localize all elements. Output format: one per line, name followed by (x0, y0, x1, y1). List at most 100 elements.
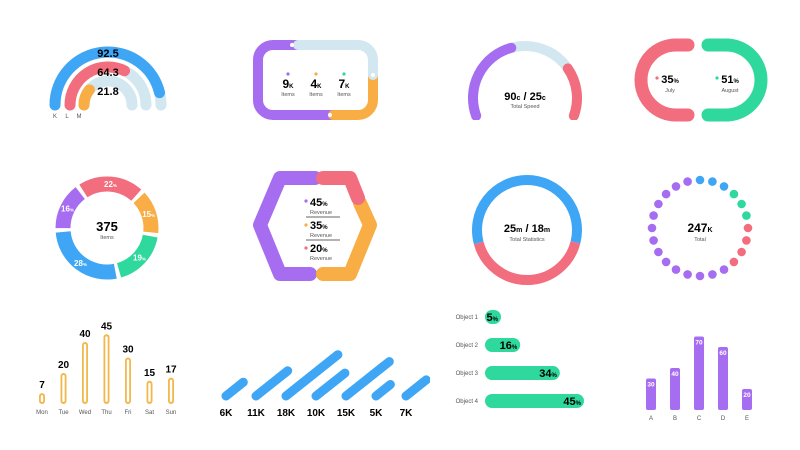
week-bar-value: 7 (39, 380, 45, 391)
v-bar-value: 40 (671, 371, 679, 378)
legend-dot-august (715, 76, 719, 80)
stat-3-label: Items (337, 92, 351, 98)
diagonal-bar (311, 368, 350, 401)
dot-ring-dot (729, 189, 739, 199)
week-day-label: Sun (166, 410, 177, 416)
radial-bar-chart: K L M 92.5 64.3 21.8 (49, 46, 167, 120)
week-day-label: Fri (125, 410, 132, 416)
vertical-bar-chart: 30A40B70C60D20EF (646, 336, 752, 422)
diagonal-bar-label: 11K (247, 408, 266, 419)
week-bar-value: 17 (165, 365, 177, 376)
dot-ring-dot (671, 265, 681, 274)
hex-value-3: 20% (310, 243, 328, 255)
v-bar-category: C (697, 416, 702, 422)
hexagon-chart: 45% Revenue 35% Revenue 20% Revenue (253, 171, 377, 281)
dot-ring-dot (654, 247, 663, 257)
diagonal-bar (221, 377, 248, 401)
v-bar-value: 60 (719, 350, 727, 357)
week-bar-inner (83, 344, 87, 402)
week-bar-value: 40 (79, 329, 91, 340)
h-bar-category: Object 3 (456, 371, 479, 377)
frame-dot (290, 43, 294, 47)
speed-gauge: 90c / 25c Total Speed (468, 41, 582, 120)
week-bar-inner (105, 336, 108, 402)
dot-ring-dot (649, 211, 658, 220)
ring-secondary-arc (473, 240, 581, 285)
week-day-label: Mon (36, 410, 48, 416)
v-bar-value: 20 (743, 392, 751, 399)
dot-ring-chart: 247K Total (647, 175, 753, 281)
stat-1-value: 9K (282, 77, 294, 91)
radial-value-m: 21.8 (97, 86, 118, 98)
ring-label: Total Statistics (509, 237, 544, 243)
hex-label-1: Revenue (310, 210, 332, 216)
stat-2-label: Items (309, 92, 323, 98)
week-day-label: Wed (79, 410, 91, 416)
hex-dot-2 (304, 223, 308, 227)
radial-label-l: L (65, 114, 69, 120)
horizontal-bar-chart: 5%Object 116%Object 234%Object 345%Objec… (456, 310, 584, 408)
week-bar-inner (169, 379, 173, 402)
gauge-value-arc (468, 42, 517, 120)
hex-dot-1 (304, 199, 308, 203)
hex-red-segment (316, 171, 365, 205)
stat-dot (314, 72, 318, 76)
august-label: August (721, 88, 739, 94)
dot-ring-dot (695, 175, 705, 185)
ring-value: 25m / 18m (504, 223, 550, 235)
diagonal-bar-label: 10K (307, 408, 326, 419)
v-bar-category: B (673, 416, 677, 422)
radial-bar (78, 84, 95, 111)
statistics-ring: 25m / 18m Total Statistics (472, 175, 582, 285)
donut-total: 375 (96, 219, 118, 234)
diagonal-bar (371, 380, 395, 401)
week-bar-value: 30 (122, 345, 134, 356)
dot-ring-dot (742, 211, 751, 220)
week-bar-inner (126, 359, 130, 402)
stat-1-label: Items (281, 92, 295, 98)
diagonal-bar-label: 15K (337, 408, 356, 419)
hex-value-2: 35% (310, 220, 328, 232)
week-bar-value: 15 (144, 368, 156, 379)
week-day-label: Sat (145, 410, 154, 416)
dot-ring-dot (695, 271, 705, 281)
dot-ring-label: Total (694, 237, 706, 243)
stat-2-value: 4K (310, 77, 322, 91)
radial-value-k: 92.5 (97, 48, 118, 60)
july-value: 35% (661, 74, 679, 86)
frame-dot (371, 73, 375, 77)
frame-dot (328, 113, 332, 117)
dot-ring-dot (708, 177, 717, 186)
hex-label-2: Revenue (310, 233, 332, 239)
dot-ring-dot (719, 182, 729, 191)
h-bar-category: Object 4 (456, 399, 479, 405)
diagonal-bar (251, 366, 293, 401)
h-bar-category: Object 1 (456, 315, 479, 321)
diagonal-bar-chart: 6K 11K 18K 10K 15K 5K 7K (220, 350, 430, 419)
week-day-label: Tue (58, 410, 69, 416)
dot-ring-dot (719, 265, 729, 274)
dot-ring-dot (649, 236, 658, 245)
dot-ring-dot (683, 177, 692, 186)
diagonal-bar (401, 375, 430, 401)
dot-ring-dot (729, 257, 739, 267)
stat-dot (286, 72, 290, 76)
dot-ring-dot (742, 236, 751, 245)
week-bar-value: 20 (58, 360, 70, 371)
hex-label-3: Revenue (310, 256, 332, 262)
stat-dot (342, 72, 346, 76)
donut-chart: 22%15%19%28%16% 375 Items (55, 176, 159, 280)
week-day-label: Thu (101, 410, 111, 416)
v-bar (694, 336, 704, 410)
legend-dot-july (655, 76, 659, 80)
hex-dot-3 (304, 246, 308, 250)
diagonal-bar-label: 7K (400, 408, 414, 419)
dot-ring-dot (661, 257, 671, 267)
gauge-value: 90c / 25c (504, 91, 546, 103)
week-bar-inner (148, 382, 151, 402)
week-bar-inner (40, 395, 44, 402)
dot-ring-dot (708, 270, 717, 279)
hex-value-1: 45% (310, 197, 328, 209)
radial-label-k: K (53, 114, 57, 120)
dot-ring-dot (737, 247, 746, 257)
